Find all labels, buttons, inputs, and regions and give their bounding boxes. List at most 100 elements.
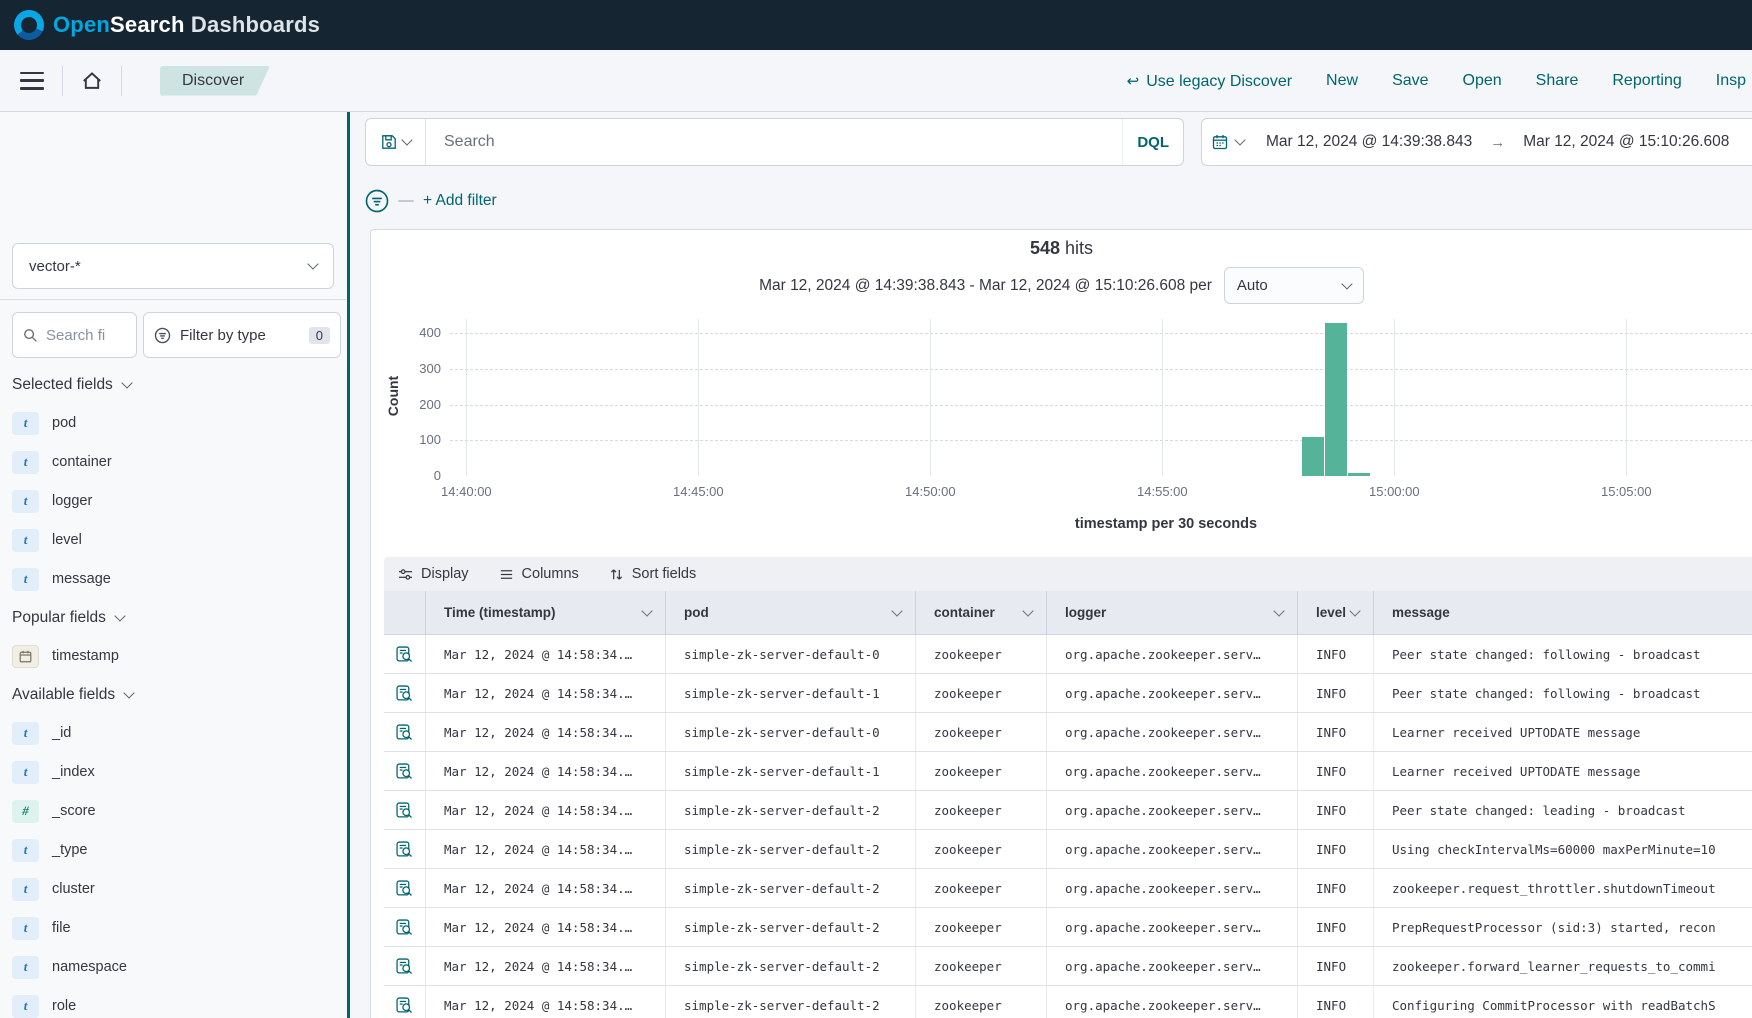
breadcrumb[interactable]: Discover: [160, 66, 270, 96]
gridline: [1626, 319, 1627, 476]
x-tick-label: 14:45:00: [658, 484, 738, 499]
field-item-_index[interactable]: t _index: [12, 760, 342, 784]
sidebar-resizer[interactable]: [347, 112, 350, 1018]
text-field-icon: t: [12, 917, 39, 940]
opensearch-logo-icon[interactable]: [14, 10, 44, 40]
return-arrow-icon: ↩: [1127, 73, 1140, 90]
cell-message: Using checkIntervalMs=60000 maxPerMinute…: [1374, 830, 1752, 868]
date-range-end[interactable]: Mar 12, 2024 @ 15:10:26.608: [1523, 133, 1729, 151]
column-header-Time (timestamp)[interactable]: Time (timestamp): [426, 591, 666, 634]
expand-row-button[interactable]: [384, 986, 426, 1018]
table-row: Mar 12, 2024 @ 14:58:34.…simple-zk-serve…: [384, 674, 1752, 713]
index-pattern-select[interactable]: vector-*: [12, 243, 334, 289]
cell-pod: simple-zk-server-default-2: [666, 830, 916, 868]
opensearch-dashboards-app: OpenSearch Dashboards Discover ↩Use lega…: [0, 0, 1752, 1018]
cell-message: PrepRequestProcessor (sid:3) started, re…: [1374, 908, 1752, 946]
results-panel: 548 hits Mar 12, 2024 @ 14:39:38.843 - M…: [370, 229, 1752, 1018]
table-toolbar-sort-fields[interactable]: Sort fields: [609, 566, 696, 582]
column-label: Time (timestamp): [444, 605, 556, 620]
expand-row-button[interactable]: [384, 713, 426, 751]
histogram-bar[interactable]: [1325, 323, 1347, 476]
column-header-container[interactable]: container: [916, 591, 1047, 634]
field-name: logger: [52, 493, 92, 509]
expand-row-button[interactable]: [384, 791, 426, 829]
table-toolbar-columns[interactable]: Columns: [499, 566, 579, 582]
table-row: Mar 12, 2024 @ 14:58:34.…simple-zk-serve…: [384, 908, 1752, 947]
nav-link-new[interactable]: New: [1326, 72, 1358, 90]
menu-icon[interactable]: [20, 72, 44, 90]
field-section-heading[interactable]: Available fields: [12, 686, 342, 704]
nav-link-reporting[interactable]: Reporting: [1612, 72, 1681, 90]
field-item-pod[interactable]: tpod: [12, 411, 342, 435]
field-name: _index: [52, 764, 95, 780]
cell-time: Mar 12, 2024 @ 14:58:34.…: [426, 830, 666, 868]
field-item-namespace[interactable]: tnamespace: [12, 955, 342, 979]
saved-query-button[interactable]: [366, 119, 426, 165]
field-item-_id[interactable]: t_id: [12, 721, 342, 745]
gridline: [466, 319, 467, 476]
cell-pod: simple-zk-server-default-1: [666, 674, 916, 712]
table-toolbar: Display Columns Sort fields: [384, 557, 1752, 591]
column-header-logger[interactable]: logger: [1047, 591, 1298, 634]
table-row: Mar 12, 2024 @ 14:58:34.…simple-zk-serve…: [384, 635, 1752, 674]
expand-row-button[interactable]: [384, 908, 426, 946]
field-item-container[interactable]: tcontainer: [12, 450, 342, 474]
field-name: container: [52, 454, 112, 470]
field-item-timestamp[interactable]: timestamp: [12, 644, 342, 668]
field-search-input[interactable]: Search fi: [12, 312, 137, 358]
date-picker[interactable]: Mar 12, 2024 @ 14:39:38.843 → Mar 12, 20…: [1201, 118, 1752, 166]
field-name: timestamp: [52, 648, 119, 664]
filter-set-icon[interactable]: [365, 189, 389, 213]
home-icon[interactable]: [81, 70, 103, 92]
field-item-cluster[interactable]: tcluster: [12, 877, 342, 901]
app-title: OpenSearch Dashboards: [53, 12, 320, 38]
text-field-icon: t: [12, 995, 39, 1018]
filter-count-badge: 0: [309, 327, 330, 344]
divider: [62, 66, 63, 96]
gridline: [698, 319, 699, 476]
expand-row-button[interactable]: [384, 752, 426, 790]
field-item-_score[interactable]: #_score: [12, 799, 342, 823]
column-header-pod[interactable]: pod: [666, 591, 916, 634]
column-label: logger: [1065, 605, 1106, 620]
field-item-file[interactable]: tfile: [12, 916, 342, 940]
expand-row-button[interactable]: [384, 674, 426, 712]
column-header-message[interactable]: message: [1374, 591, 1752, 634]
cell-message: Peer state changed: leading - broadcast: [1374, 791, 1752, 829]
nav-link-open[interactable]: Open: [1463, 72, 1502, 90]
text-field-icon: t: [12, 761, 39, 784]
table-toolbar-display[interactable]: Display: [398, 566, 469, 582]
field-item-logger[interactable]: tlogger: [12, 489, 342, 513]
nav-link-save[interactable]: Save: [1392, 72, 1428, 90]
histogram-bar[interactable]: [1348, 473, 1370, 476]
column-header-level[interactable]: level: [1298, 591, 1374, 634]
nav-link-share[interactable]: Share: [1536, 72, 1579, 90]
expand-row-button[interactable]: [384, 830, 426, 868]
field-name: message: [52, 571, 111, 587]
expand-row-button[interactable]: [384, 947, 426, 985]
field-item-message[interactable]: t message: [12, 567, 342, 591]
search-input[interactable]: [426, 133, 1122, 151]
y-tick-label: 300: [403, 361, 441, 376]
expand-row-button[interactable]: [384, 635, 426, 673]
expand-row-button[interactable]: [384, 869, 426, 907]
nav-link-insp[interactable]: Insp: [1716, 72, 1746, 90]
field-section-heading[interactable]: Selected fields: [12, 376, 342, 394]
gridline: [450, 369, 1752, 370]
filter-by-type-button[interactable]: Filter by type 0: [143, 312, 341, 358]
text-field-icon: t: [12, 568, 39, 591]
cell-time: Mar 12, 2024 @ 14:58:34.…: [426, 869, 666, 907]
cell-pod: simple-zk-server-default-0: [666, 713, 916, 751]
add-filter-button[interactable]: + Add filter: [423, 192, 497, 210]
histogram-bar[interactable]: [1302, 437, 1324, 476]
chevron-down-icon: [401, 134, 412, 145]
field-name: namespace: [52, 959, 127, 975]
field-section-heading[interactable]: Popular fields: [12, 609, 342, 627]
field-item-_type[interactable]: t_type: [12, 838, 342, 862]
query-language-button[interactable]: DQL: [1122, 119, 1183, 165]
field-item-level[interactable]: tlevel: [12, 528, 342, 552]
field-item-role[interactable]: trole: [12, 994, 342, 1018]
nav-link-use-legacy-discover[interactable]: ↩Use legacy Discover: [1127, 72, 1292, 91]
date-range-start[interactable]: Mar 12, 2024 @ 14:39:38.843: [1266, 133, 1472, 151]
text-field-icon: t: [12, 529, 39, 552]
